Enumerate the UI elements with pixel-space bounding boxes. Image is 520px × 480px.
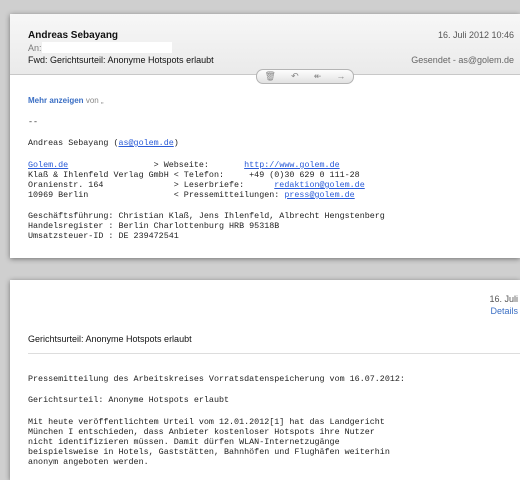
- body-paragraph: Mit heute veröffentlichtem Urteil vom 12…: [28, 417, 390, 467]
- mail-date: 16. Juli: [489, 294, 518, 304]
- mail-header: Andreas Sebayang 16. Juli 2012 10:46 An:…: [10, 14, 520, 75]
- signature-email-link[interactable]: as@golem.de: [118, 138, 173, 148]
- signature-name-prefix: Andreas Sebayang (: [28, 138, 119, 148]
- company-pad: [68, 160, 153, 170]
- company-link[interactable]: Golem.de: [28, 160, 68, 170]
- press-link[interactable]: press@golem.de: [284, 190, 354, 200]
- redacted-recipient: [42, 42, 172, 53]
- details-link[interactable]: Details: [490, 306, 518, 316]
- forwarded-mail-panel: Andreas Sebayang 16. Juli 2012 10:46 An:…: [10, 14, 520, 258]
- management-line: Geschäftsführung: Christian Klaß, Jens I…: [28, 211, 385, 221]
- show-more-from: von „: [85, 96, 104, 105]
- signature-line-2: Klaß & Ihlenfeld Verlag GmbH < Telefon: …: [28, 170, 360, 180]
- reply-all-icon[interactable]: ↞: [314, 70, 322, 83]
- trash-icon[interactable]: 🗑: [265, 70, 276, 83]
- redacted-from: [132, 96, 282, 106]
- vat-line: Umsatzsteuer-ID : DE 239472541: [28, 231, 179, 241]
- signature-line-1: Golem.de > Webseite: http://www.golem.de: [28, 160, 340, 170]
- body-title: Gerichtsurteil: Anonyme Hotspots erlaubt: [28, 395, 230, 405]
- website-link[interactable]: http://www.golem.de: [244, 160, 340, 170]
- press-label: 10969 Berlin < Pressemitteilungen:: [28, 190, 285, 200]
- signature-line-3: Oranienstr. 164 > Leserbriefe: redaktion…: [28, 180, 365, 190]
- original-mail-panel: 16. Juli Details Gerichtsurteil: Anonyme…: [10, 280, 520, 480]
- signature-name-suffix: ): [173, 138, 179, 148]
- website-label: > Webseite:: [153, 160, 245, 170]
- show-more-link[interactable]: Mehr anzeigen: [28, 96, 84, 105]
- signature-dashes: --: [28, 117, 39, 127]
- mail-subject: Fwd: Gerichtsurteil: Anonyme Hotspots er…: [28, 55, 214, 65]
- reader-letters-label: Oranienstr. 164 > Leserbriefe:: [28, 180, 275, 190]
- recipient-label: An:: [28, 43, 42, 53]
- sent-account: Gesendet - as@golem.de: [411, 55, 514, 65]
- mail-date: 16. Juli 2012 10:46: [437, 30, 514, 40]
- reply-icon[interactable]: ↶: [291, 70, 299, 83]
- forward-icon[interactable]: →: [336, 70, 345, 83]
- message-toolbar: 🗑 ↶ ↞ →: [256, 69, 354, 84]
- header-divider: [28, 353, 520, 354]
- mail-subject: Gerichtsurteil: Anonyme Hotspots erlaubt: [28, 334, 192, 344]
- sender-name[interactable]: Andreas Sebayang: [28, 30, 118, 41]
- show-more-line: Mehr anzeigen von „: [28, 96, 104, 105]
- reader-letters-link[interactable]: redaktion@golem.de: [274, 180, 364, 190]
- body-intro: Pressemitteilung des Arbeitskreises Vorr…: [28, 374, 405, 384]
- register-line: Handelsregister : Berlin Charlottenburg …: [28, 221, 280, 231]
- signature-name: Andreas Sebayang (as@golem.de): [28, 138, 179, 148]
- signature-line-4: 10969 Berlin < Pressemitteilungen: press…: [28, 190, 355, 200]
